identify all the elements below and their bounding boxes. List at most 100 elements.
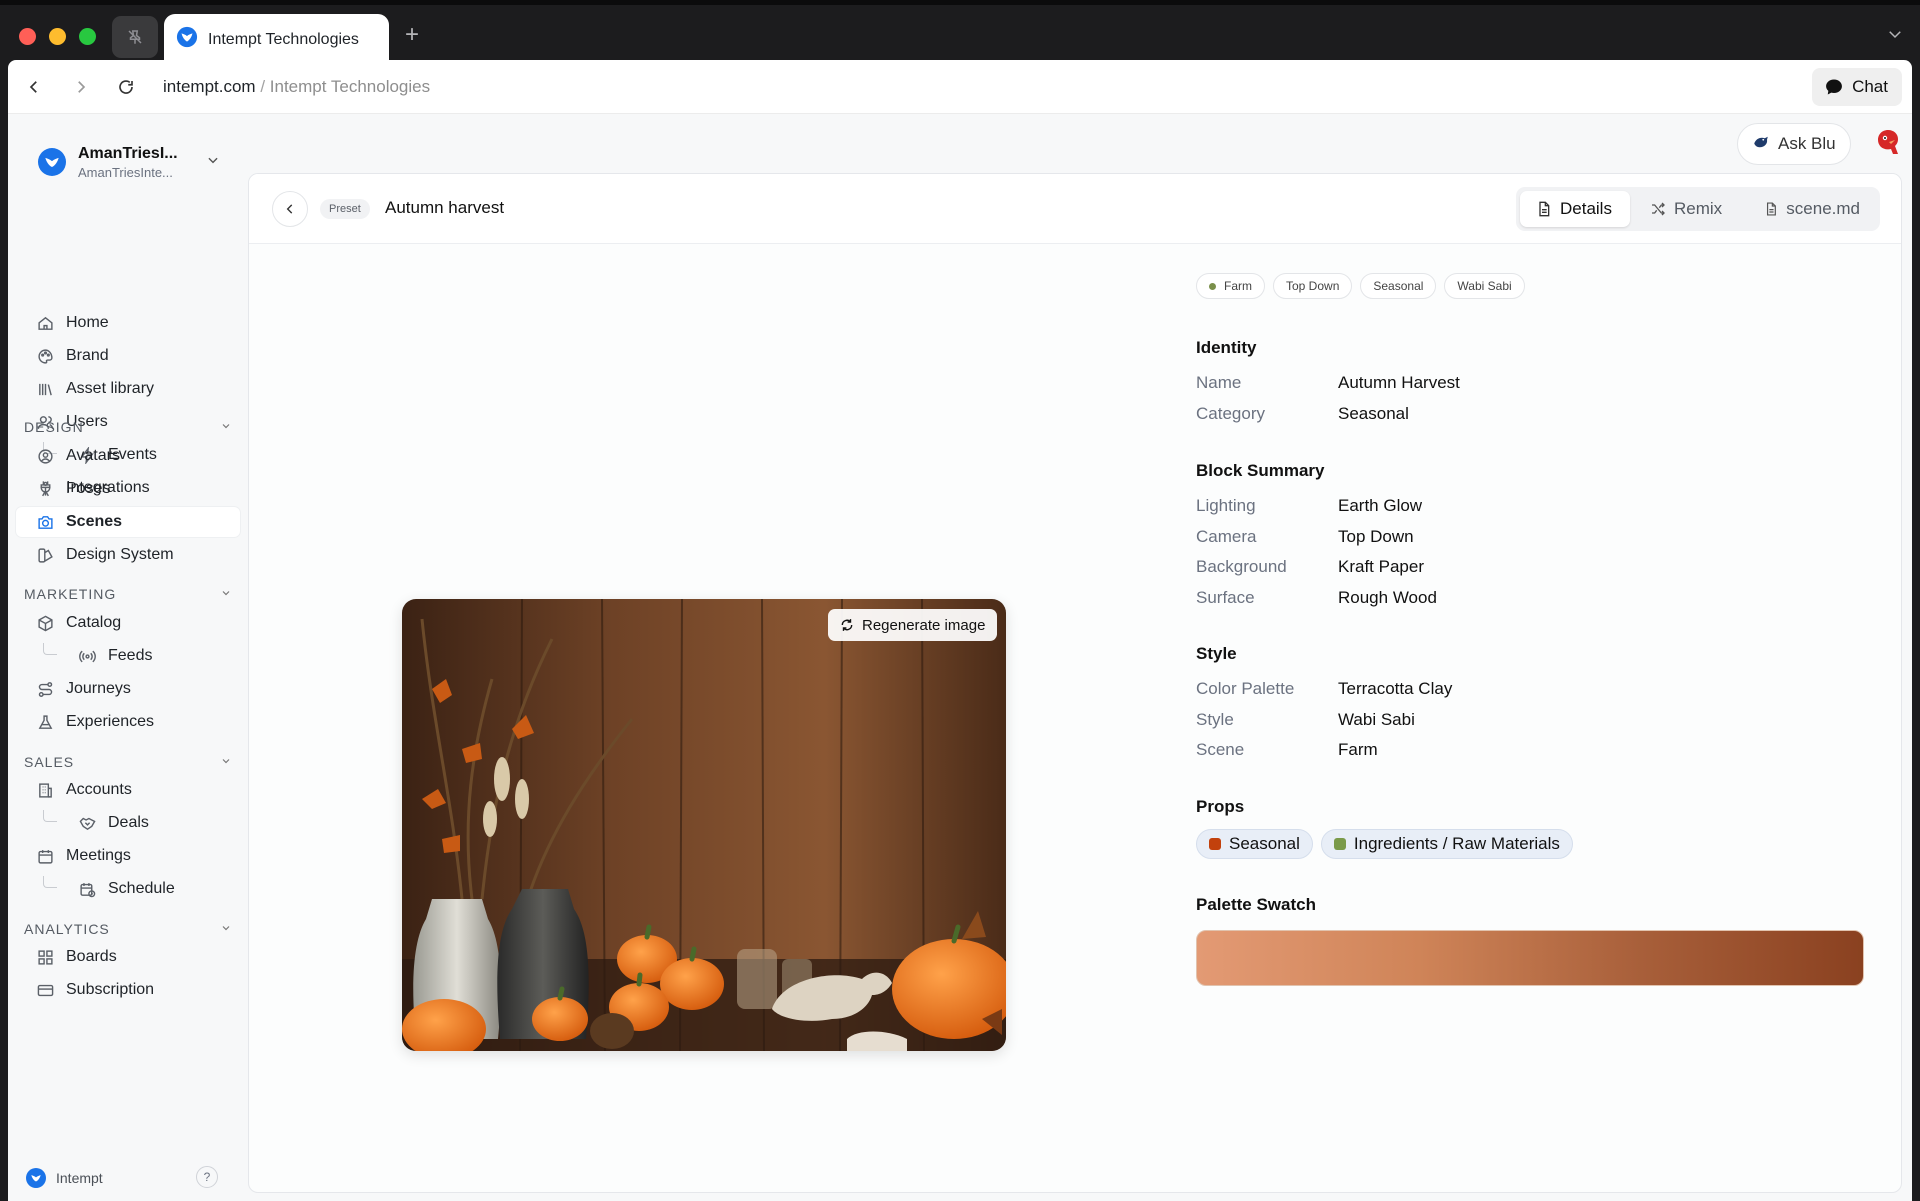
- tag-label: Farm: [1224, 279, 1252, 293]
- field-label: Lighting: [1196, 496, 1256, 515]
- pinned-tab[interactable]: [112, 16, 158, 58]
- grid-icon: [36, 948, 54, 966]
- tag-chip[interactable]: Farm: [1196, 273, 1265, 299]
- workspace-logo-icon: [38, 148, 66, 176]
- props-list: Seasonal Ingredients / Raw Materials: [1196, 829, 1573, 859]
- sidebar-item-scenes[interactable]: Scenes: [16, 507, 240, 537]
- field-label: Color Palette: [1196, 679, 1295, 698]
- minimize-window-button[interactable]: [49, 28, 66, 45]
- sidebar-item-design-system[interactable]: Design System: [16, 540, 240, 570]
- back-arrow-icon[interactable]: [24, 77, 44, 97]
- sidebar-item-journeys[interactable]: Journeys: [16, 674, 240, 704]
- field-value: Rough Wood: [1338, 588, 1437, 607]
- sidebar-item-label: Home: [66, 314, 109, 331]
- color-swatch-icon: [1333, 838, 1346, 850]
- sidebar-item-accounts[interactable]: Accounts: [16, 775, 240, 805]
- prop-label: Seasonal: [1229, 834, 1300, 853]
- reload-icon[interactable]: [116, 77, 136, 97]
- sidebar-item-label: Deals: [108, 814, 149, 831]
- home-icon: [36, 314, 54, 332]
- tab-list-chevron-icon[interactable]: [1886, 25, 1904, 48]
- help-button[interactable]: ?: [196, 1166, 218, 1188]
- blu-bird-icon: [1752, 133, 1770, 156]
- intempt-logo-icon: [26, 1168, 46, 1188]
- app-window: AmanTriesI... AmanTriesInte... Home Bran…: [8, 114, 1912, 1201]
- maximize-window-button[interactable]: [79, 28, 96, 45]
- field-value: Top Down: [1338, 527, 1414, 546]
- props-heading: Props: [1196, 797, 1245, 816]
- section-analytics[interactable]: ANALYTICS: [24, 920, 232, 938]
- url-path: Intempt Technologies: [269, 77, 431, 96]
- workspace-switcher[interactable]: AmanTriesI... AmanTriesInte...: [38, 142, 228, 182]
- library-icon: [36, 380, 54, 398]
- broadcast-icon: [78, 647, 96, 665]
- close-window-button[interactable]: [19, 28, 36, 45]
- chat-bubble-icon: [1826, 79, 1842, 95]
- section-label: SALES: [24, 754, 75, 770]
- sidebar-item-feeds[interactable]: Feeds: [16, 641, 240, 671]
- sidebar-item-brand[interactable]: Brand: [16, 341, 240, 371]
- prop-chip[interactable]: Ingredients / Raw Materials: [1320, 829, 1573, 859]
- section-marketing[interactable]: MARKETING: [24, 585, 232, 603]
- pose-icon: [36, 480, 54, 498]
- sidebar-item-catalog[interactable]: Catalog: [16, 608, 240, 638]
- route-icon: [36, 680, 54, 698]
- block-summary-heading: Block Summary: [1196, 461, 1325, 480]
- ask-blu-button[interactable]: Ask Blu: [1737, 123, 1851, 165]
- sidebar-item-boards[interactable]: Boards: [16, 942, 240, 972]
- new-tab-button[interactable]: +: [405, 23, 419, 47]
- field-value: Kraft Paper: [1338, 557, 1424, 576]
- forward-arrow-icon[interactable]: [71, 77, 91, 97]
- camera-icon: [36, 513, 54, 531]
- tab-favicon-icon: [176, 26, 198, 53]
- field-label: Name: [1196, 373, 1242, 392]
- prop-chip[interactable]: Seasonal: [1196, 829, 1313, 859]
- address-bar[interactable]: intempt.com / Intempt Technologies: [163, 77, 430, 97]
- field-label: Surface: [1196, 588, 1255, 607]
- chevron-left-icon: [286, 204, 293, 214]
- scene-details: Farm Top Down Seasonal Wabi Sabi Identit…: [1196, 174, 1876, 1174]
- tag-chip[interactable]: Wabi Sabi: [1444, 273, 1525, 299]
- sidebar-item-home[interactable]: Home: [16, 308, 240, 338]
- building-icon: [36, 781, 54, 799]
- preset-badge: Preset: [320, 199, 370, 219]
- field-label: Camera: [1196, 527, 1257, 546]
- sidebar-item-meetings[interactable]: Meetings: [16, 841, 240, 871]
- section-label: ANALYTICS: [24, 921, 110, 937]
- section-label: DESIGN: [24, 419, 84, 435]
- section-sales[interactable]: SALES: [24, 753, 232, 771]
- sidebar-item-subscription[interactable]: Subscription: [16, 975, 240, 1005]
- sidebar-item-experiences[interactable]: Experiences: [16, 707, 240, 737]
- chat-label: Chat: [1852, 77, 1888, 96]
- tag-label: Wabi Sabi: [1457, 279, 1512, 293]
- sidebar-item-asset-library[interactable]: Asset library: [16, 374, 240, 404]
- tag-chip[interactable]: Seasonal: [1360, 273, 1437, 299]
- field-label: Category: [1196, 404, 1265, 423]
- chevron-down-icon: [220, 754, 232, 770]
- browser-tab-active[interactable]: Intempt Technologies: [164, 14, 389, 65]
- chevron-down-icon: [220, 419, 232, 435]
- section-label: MARKETING: [24, 586, 117, 602]
- status-dot-icon: [1209, 282, 1216, 290]
- section-design[interactable]: DESIGN: [24, 418, 232, 436]
- sidebar-item-poses[interactable]: Poses: [16, 474, 240, 504]
- field-label: Style: [1196, 710, 1234, 729]
- chat-button[interactable]: Chat: [1812, 68, 1902, 106]
- url-domain: intempt.com: [163, 77, 256, 96]
- field-label: Background: [1196, 557, 1287, 576]
- sidebar-item-schedule[interactable]: Schedule: [16, 874, 240, 904]
- card-icon: [36, 981, 54, 999]
- sidebar-item-avatars[interactable]: Avatars: [16, 441, 240, 471]
- palette-swatch: [1196, 930, 1864, 986]
- tag-chip[interactable]: Top Down: [1273, 273, 1353, 299]
- page-title: Autumn harvest: [385, 198, 505, 217]
- sidebar-item-label: Catalog: [66, 614, 122, 631]
- sidebar-item-deals[interactable]: Deals: [16, 808, 240, 838]
- regenerate-image-button[interactable]: Regenerate image: [828, 609, 998, 641]
- handshake-icon: [78, 814, 96, 832]
- pin-icon: [128, 30, 142, 44]
- avatar-icon: [36, 447, 54, 465]
- user-avatar[interactable]: [1874, 128, 1902, 158]
- tag-label: Top Down: [1286, 279, 1340, 293]
- back-button[interactable]: [272, 191, 308, 227]
